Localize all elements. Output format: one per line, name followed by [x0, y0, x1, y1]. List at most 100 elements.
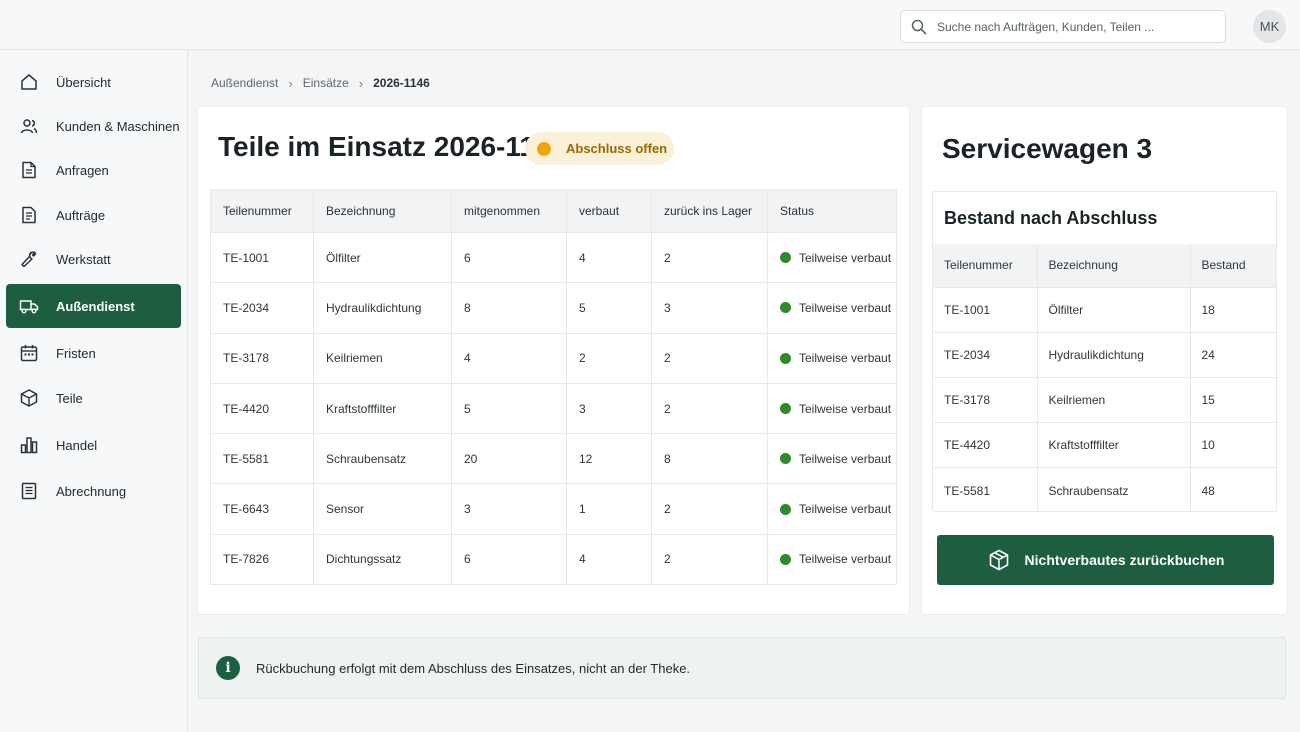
breadcrumb-item-aussendienst[interactable]: Außendienst — [211, 76, 278, 90]
table-row[interactable]: TE-1001 Ölfilter 18 — [933, 286, 1276, 333]
status-label: Teilweise verbaut — [799, 552, 892, 567]
sidebar: Übersicht Kunden & Maschinen Anfragen Au… — [0, 50, 188, 732]
table-row[interactable]: TE-5581 Schraubensatz 20 12 8 Teilweise … — [210, 433, 897, 484]
column-header[interactable]: Status — [767, 189, 897, 233]
sidebar-item-abrechnung[interactable]: Abrechnung — [6, 469, 181, 513]
table-row[interactable]: TE-3178 Keilriemen 15 — [933, 376, 1276, 423]
table-row[interactable]: TE-5581 Schraubensatz 48 — [933, 467, 1276, 511]
column-header[interactable]: Teilenummer — [210, 189, 314, 233]
status-dot-icon — [780, 503, 791, 515]
column-header[interactable]: Bezeichnung — [1037, 244, 1191, 287]
truck-icon — [19, 300, 39, 314]
table-row[interactable]: TE-2034 Hydraulikdichtung 24 — [933, 331, 1276, 378]
sidebar-item-uebersicht[interactable]: Übersicht — [6, 60, 181, 104]
cell-status: Teilweise verbaut — [767, 433, 897, 484]
sidebar-item-auftraege[interactable]: Aufträge — [6, 193, 181, 237]
stock-box: Bestand nach Abschluss Teilenummer Bezei… — [932, 191, 1277, 512]
sidebar-item-label: Übersicht — [56, 74, 111, 90]
box-icon — [20, 389, 38, 407]
breadcrumb-item-current: 2026-1146 — [373, 76, 430, 90]
sidebar-item-werkstatt[interactable]: Werkstatt — [6, 237, 181, 281]
table-row[interactable]: TE-1001 Ölfilter 6 4 2 Teilweise verbaut — [210, 231, 897, 283]
stock-table: Teilenummer Bezeichnung Bestand TE-1001 … — [933, 244, 1276, 511]
sidebar-item-fristen[interactable]: Fristen — [6, 331, 181, 375]
sidebar-item-label: Fristen — [56, 345, 96, 361]
cell-description: Schraubensatz — [1037, 467, 1191, 511]
cell-used: 1 — [566, 483, 652, 535]
column-header[interactable]: Bezeichnung — [313, 189, 452, 233]
sidebar-item-aussendienst[interactable]: Außendienst — [6, 284, 181, 328]
sidebar-item-label: Teile — [56, 390, 83, 406]
sidebar-item-label: Außendienst — [56, 298, 135, 314]
column-header[interactable]: verbaut — [566, 189, 652, 233]
cell-stock: 24 — [1190, 331, 1276, 378]
cell-used: 12 — [566, 433, 652, 484]
cell-status: Teilweise verbaut — [767, 332, 897, 384]
cell-returned: 2 — [651, 332, 768, 384]
cell-stock: 48 — [1190, 467, 1276, 511]
cell-part-number: TE-4420 — [933, 422, 1038, 468]
wrench-icon — [21, 251, 37, 268]
status-dot-icon — [780, 553, 791, 565]
cell-status: Teilweise verbaut — [767, 533, 897, 585]
table-row[interactable]: TE-6643 Sensor 3 1 2 Teilweise verbaut — [210, 483, 897, 535]
column-header[interactable]: mitgenommen — [451, 189, 567, 233]
cell-taken: 6 — [451, 533, 567, 585]
column-header[interactable]: zurück ins Lager — [651, 189, 768, 233]
box-icon — [989, 549, 1008, 571]
sidebar-item-kunden[interactable]: Kunden & Maschinen — [6, 104, 181, 148]
column-header[interactable]: Teilenummer — [933, 244, 1038, 287]
cell-returned: 2 — [651, 382, 768, 434]
info-icon: i — [216, 656, 240, 680]
cell-returned: 2 — [651, 533, 768, 585]
status-label: Teilweise verbaut — [799, 502, 892, 517]
cell-description: Kraftstofffilter — [313, 382, 452, 434]
search-box[interactable] — [900, 10, 1226, 43]
cell-status: Teilweise verbaut — [767, 483, 897, 535]
cell-returned: 2 — [651, 231, 768, 283]
sidebar-item-label: Abrechnung — [56, 483, 127, 499]
sidebar-item-label: Aufträge — [56, 207, 106, 223]
status-badge: Abschluss offen — [525, 132, 674, 165]
status-dot-icon — [780, 403, 791, 415]
cell-returned: 2 — [651, 483, 768, 535]
status-dot-icon — [780, 302, 791, 314]
table-row[interactable]: TE-4420 Kraftstofffilter 5 3 2 Teilweise… — [210, 382, 897, 434]
sidebar-item-label: Kunden & Maschinen — [56, 118, 180, 134]
status-dot-icon — [780, 453, 791, 465]
sidebar-item-teile[interactable]: Teile — [6, 376, 181, 420]
service-van-title: Servicewagen 3 — [942, 133, 1153, 164]
cell-description: Sensor — [313, 483, 452, 535]
breadcrumb: Außendienst › Einsätze › 2026-1146 — [211, 74, 430, 92]
column-header[interactable]: Bestand — [1190, 244, 1276, 287]
table-row[interactable]: TE-2034 Hydraulikdichtung 8 5 3 Teilweis… — [210, 282, 897, 334]
cell-used: 5 — [566, 282, 652, 334]
info-banner: i Rückbuchung erfolgt mit dem Abschluss … — [198, 637, 1286, 699]
sidebar-item-label: Handel — [56, 437, 98, 453]
avatar[interactable]: MK — [1253, 10, 1286, 43]
sidebar-item-label: Werkstatt — [56, 251, 111, 267]
breadcrumb-item-einsaetze[interactable]: Einsätze — [303, 76, 349, 90]
cell-part-number: TE-3178 — [933, 376, 1038, 423]
cell-description: Hydraulikdichtung — [313, 282, 452, 334]
cell-description: Hydraulikdichtung — [1037, 331, 1191, 378]
status-label: Teilweise verbaut — [799, 300, 892, 315]
sidebar-item-anfragen[interactable]: Anfragen — [6, 148, 181, 192]
cell-part-number: TE-2034 — [933, 331, 1038, 378]
sidebar-item-handel[interactable]: Handel — [6, 423, 181, 467]
document-list-icon — [22, 206, 36, 224]
table-row[interactable]: TE-3178 Keilriemen 4 2 2 Teilweise verba… — [210, 332, 897, 384]
cell-stock: 10 — [1190, 422, 1276, 468]
table-row[interactable]: TE-4420 Kraftstofffilter 10 — [933, 422, 1276, 468]
table-row[interactable]: TE-7826 Dichtungssatz 6 4 2 Teilweise ve… — [210, 533, 897, 585]
return-unused-button[interactable]: Nichtverbautes zurückbuchen — [937, 535, 1274, 585]
cell-used: 4 — [566, 231, 652, 283]
cell-description: Keilriemen — [313, 332, 452, 384]
search-input[interactable] — [937, 19, 1217, 34]
cell-stock: 18 — [1190, 286, 1276, 333]
invoice-icon — [21, 482, 37, 500]
cell-part-number: TE-2034 — [210, 282, 314, 334]
calendar-icon — [20, 345, 38, 362]
info-message: Rückbuchung erfolgt mit dem Abschluss de… — [256, 660, 691, 676]
page-title: Teile im Einsatz 2026-1146 — [218, 131, 567, 162]
